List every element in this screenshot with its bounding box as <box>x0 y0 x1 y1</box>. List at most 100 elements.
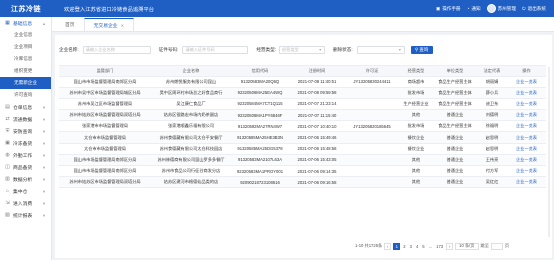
sidebar-subitem[interactable]: 企业项目 <box>0 41 51 53</box>
page-number[interactable]: 3 <box>409 244 413 249</box>
view-link[interactable]: 企业一览表 <box>507 79 546 85</box>
page-suffix: 页 <box>504 243 510 248</box>
view-link[interactable]: 企业一览表 <box>507 157 546 163</box>
sidebar-subitem[interactable]: 无需新企业 <box>0 77 51 89</box>
sidebar-item[interactable]: ⇄ 流通数据 ▼ <box>0 113 51 125</box>
notice-button[interactable]: ◔ 通知 <box>467 6 481 12</box>
tab[interactable]: 无交易企业 ✕ <box>83 18 134 31</box>
view-link[interactable]: 企业一览表 <box>507 123 546 129</box>
main-panel: 企业名称: 请输入企业名称 证件号码: 请输入证件号码 经营类型: 经营类型 ▼ … <box>55 35 552 258</box>
chevron-down-icon: ▼ <box>42 116 46 122</box>
table-cell: 张家港顺鑫乐福有限公司 <box>167 123 215 129</box>
sidebar-item[interactable]: ◫ 商品备货 ▼ <box>0 161 51 173</box>
next-page-button[interactable]: › <box>446 242 454 250</box>
sidebar-subitem[interactable]: 冷库信息 <box>0 53 51 65</box>
sidebar-subitem[interactable]: 许可查询 <box>0 89 51 101</box>
table-cell: 吴江康仁食品厂 <box>176 100 206 106</box>
column-header: 操作 <box>522 67 531 73</box>
business-type-label: 经营类型: <box>256 47 276 52</box>
sidebar-item[interactable]: ▣ 冷冻备货 ▼ <box>0 137 51 149</box>
tab-bar: 首页 无交易企业 ✕ <box>52 17 554 32</box>
delete-status-select[interactable]: ▼ <box>356 46 405 54</box>
sidebar-item[interactable]: ⌂ 集中仓 ▼ <box>0 185 51 197</box>
table-cell: 生产经营企业 <box>403 100 429 106</box>
shield-icon: ⛨ <box>5 127 10 134</box>
sidebar-item[interactable]: ▥ 数据分析 ▼ <box>0 173 51 185</box>
table-cell: 食品生产经营主体 <box>438 78 472 84</box>
company-table: 监管部门 企业名称 信用代码 注册时间 许可证 经营类型 单位类型 法定代表 操作 昆山市市场监督… <box>59 65 546 189</box>
enter-icon: ⇲ <box>5 199 10 206</box>
table-cell: 91320585MA25DG5378 <box>237 146 283 152</box>
company-name-input[interactable]: 请输入企业名称 <box>82 46 151 54</box>
table-cell: 2021-07-07 21:23:14 <box>297 101 337 107</box>
sidebar-item[interactable]: ▤ 仓单信息 ▼ <box>0 101 51 113</box>
page-number[interactable]: 1 <box>393 242 401 250</box>
company-name-label: 企业名称: <box>59 47 79 52</box>
table-cell: 迪卫东 <box>485 100 499 106</box>
sidebar-item[interactable]: ◍ 外勤工作 ▼ <box>0 149 51 161</box>
work-icon: ◍ <box>5 151 10 158</box>
view-link[interactable]: 企业一览表 <box>507 101 546 107</box>
page-number[interactable]: 4 <box>415 244 419 249</box>
app-logo: 江苏冷链 <box>11 5 41 13</box>
logout-button[interactable]: ⏻ 退出系统 <box>522 6 546 12</box>
sidebar-item[interactable]: ▦ 基础信息 ▲ <box>0 17 51 29</box>
table-cell: 张家港市市场监督管理局 <box>81 123 129 129</box>
page-size-select[interactable]: 10 条/页 <box>455 242 479 250</box>
chevron-down-icon: ▼ <box>42 128 46 134</box>
page-number[interactable]: 2 <box>402 244 406 249</box>
table-cell: 普通企业 <box>446 145 464 151</box>
table-cell: 其他 <box>411 179 421 185</box>
chart-icon: ▥ <box>5 175 10 182</box>
sidebar-item[interactable]: ▧ 统计报表 ▼ <box>0 209 51 221</box>
jump-label: 跳至 <box>480 243 489 248</box>
table-cell: 普通企业 <box>446 168 464 174</box>
view-link[interactable]: 企业一览表 <box>507 90 546 96</box>
manual-button[interactable]: ▣ 操作手册 <box>436 6 461 12</box>
column-header: 信用代码 <box>251 67 269 73</box>
tab[interactable]: 首页 <box>56 18 84 31</box>
table-cell: 苏州食德藏有限公司太仓科技园店 <box>159 145 223 151</box>
table-row: 苏州市吴江区市场监督管理局 吴江康仁食品厂 92320584MA7CT1Q115 20… <box>59 99 546 111</box>
cert-number-input[interactable]: 请输入证件号码 <box>182 46 249 54</box>
table-cell: 昆山市市场监督管理局南郊区分局 <box>73 156 137 162</box>
table-cell: 姑苏区银路宏市场内奶茶副店 <box>163 112 219 118</box>
view-link[interactable]: 企业一览表 <box>507 135 546 141</box>
table-cell: 其他 <box>411 156 421 162</box>
table-cell: 商场超市 <box>407 78 425 84</box>
page-number[interactable]: 173 <box>435 244 444 249</box>
prev-page-button[interactable]: ‹ <box>384 242 392 250</box>
table-cell: 苏州林德商有限公司昆山罗多多餐厅 <box>157 156 225 162</box>
table-cell: 91320583MA20Q6Q <box>240 79 280 85</box>
page-number[interactable]: 5 <box>421 244 425 249</box>
view-link[interactable]: 企业一览表 <box>507 112 546 118</box>
business-type-select[interactable]: 经营类型 ▼ <box>278 46 325 54</box>
grid-icon: ▦ <box>5 19 10 26</box>
delete-status-label: 删除状态: <box>332 47 353 52</box>
table-row: 太仓市市场监督管理局 苏州食德藏有限公司太仓平安餐厅 91320585MA25HE3… <box>59 132 546 144</box>
query-button[interactable]: ⚲ 查询 <box>410 45 433 55</box>
view-link[interactable]: 企业一览表 <box>507 168 546 174</box>
user-menu[interactable]: 苏州管理 <box>486 4 516 13</box>
chevron-down-icon: ▼ <box>42 200 46 206</box>
close-icon[interactable]: ✕ <box>121 23 124 28</box>
view-link[interactable]: 企业一览表 <box>507 146 546 152</box>
table-scrollbar[interactable] <box>548 67 550 237</box>
sidebar-item[interactable]: ⛨ 安防查询 ▼ <box>0 125 51 137</box>
table-cell: 苏州市吴江区市场监督管理局 <box>77 100 133 106</box>
table-cell: 2021-07-08 09:59:58 <box>297 90 337 96</box>
sidebar-subitem[interactable]: 组织变更 <box>0 65 51 77</box>
table-row: 昆山市市场监督管理局南郊区分局 苏州朗悦服务有限公司昆山 91320583MA20Q… <box>59 77 546 88</box>
table-cell: 餐饮企业 <box>407 145 425 151</box>
table-cell: 昊中区周环村市场总之好食品商行 <box>159 89 223 95</box>
table-cell: 胡丽娟 <box>485 78 499 84</box>
view-link[interactable]: 企业一览表 <box>507 179 546 185</box>
jump-input[interactable] <box>490 242 503 250</box>
sidebar-subitem[interactable]: 企业信息 <box>0 29 51 41</box>
table-cell: 其他 <box>411 112 421 118</box>
table-cell: 王伟亮 <box>485 156 499 162</box>
sidebar-item[interactable]: ⇲ 进入消费 ▼ <box>0 197 51 209</box>
top-actions: ▣ 操作手册 ◔ 通知 苏州管理 ⏻ 退出系统 <box>436 0 546 17</box>
sidebar: ▦ 基础信息 ▲ 企业信息 企业项目 冷库信息 组织变更 无需新企业 许可查询 ▤ 仓单信息 ▼ ⇄ 流通… <box>0 17 52 260</box>
table-cell: 92320506MA25EA4WQ <box>237 90 283 96</box>
